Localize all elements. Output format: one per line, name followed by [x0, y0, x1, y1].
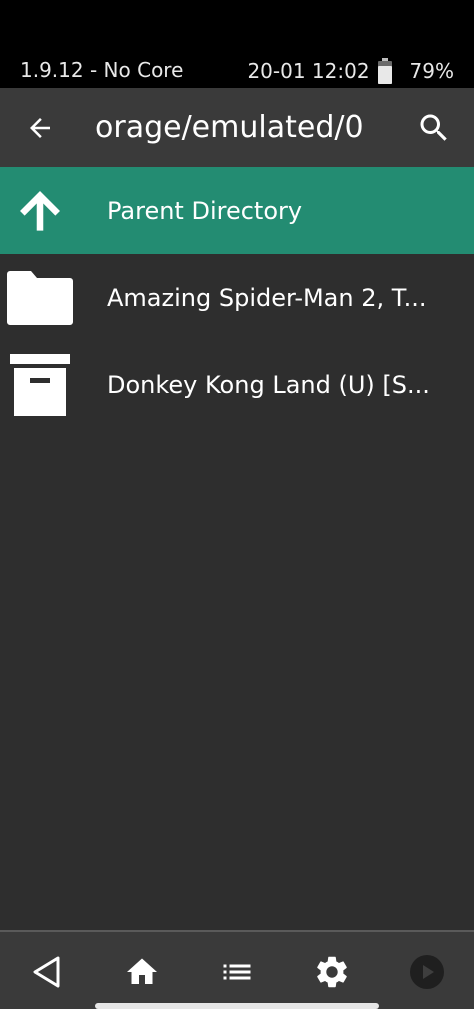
nav-home-button[interactable]: [122, 952, 162, 992]
list-item-folder[interactable]: Amazing Spider-Man 2, T...: [0, 254, 474, 341]
arrow-left-icon: [30, 118, 50, 138]
list-item-label: Parent Directory: [107, 196, 303, 225]
status-bar: 1.9.12 - No Core 20-01 12:02 79%: [0, 0, 474, 88]
list-item-parent-directory[interactable]: Parent Directory: [0, 167, 474, 254]
play-circle-icon: [410, 955, 444, 989]
back-button[interactable]: [20, 108, 60, 148]
status-version-text: 1.9.12 - No Core: [20, 58, 184, 82]
folder-icon: [4, 254, 76, 341]
list-icon: [223, 964, 251, 980]
current-path-title: orage/emulated/0: [95, 110, 364, 145]
arrow-up-icon: [4, 167, 76, 254]
file-list: Parent Directory Amazing Spider-Man 2, T…: [0, 167, 474, 428]
screen: 1.9.12 - No Core 20-01 12:02 79% orage/e…: [0, 0, 474, 1009]
search-button[interactable]: [414, 108, 454, 148]
nav-settings-button[interactable]: [312, 952, 352, 992]
status-right-group: 20-01 12:02 79%: [247, 58, 454, 84]
status-battery-percent: 79%: [409, 59, 454, 83]
battery-icon: [377, 58, 400, 84]
nav-resume-button[interactable]: [407, 952, 447, 992]
back-triangle-icon: [33, 956, 60, 988]
archive-icon: [4, 341, 76, 428]
header-bar: orage/emulated/0: [0, 88, 474, 167]
bottom-nav-bar: [0, 930, 474, 1009]
list-item-label: Donkey Kong Land (U) [S...: [107, 370, 430, 399]
home-indicator-bar[interactable]: [95, 1003, 379, 1009]
status-datetime: 20-01 12:02: [247, 59, 370, 83]
nav-back-button[interactable]: [27, 952, 67, 992]
nav-playlist-button[interactable]: [217, 952, 257, 992]
search-icon: [420, 114, 447, 141]
list-item-label: Amazing Spider-Man 2, T...: [107, 283, 427, 312]
home-icon: [127, 958, 157, 984]
list-item-archive[interactable]: Donkey Kong Land (U) [S...: [0, 341, 474, 428]
gear-icon: [317, 956, 347, 988]
